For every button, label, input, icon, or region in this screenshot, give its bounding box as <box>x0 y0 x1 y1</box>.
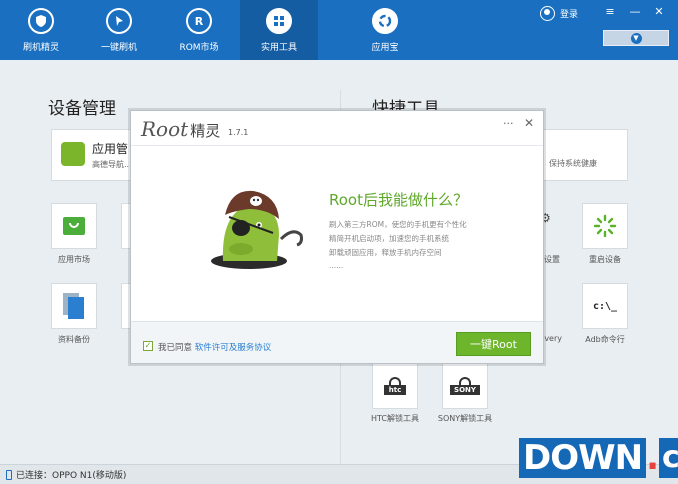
adb-tile[interactable]: c:\_ <box>582 283 628 329</box>
watermark-dot: . <box>646 438 660 478</box>
adb-icon: c:\_ <box>592 300 618 312</box>
login-label: 登录 <box>560 9 579 20</box>
app-manager-subtitle: 高德导航... <box>92 160 132 169</box>
modal-heading: Root后我能做什么？ <box>329 191 468 209</box>
htc-lock-icon: htc <box>384 377 406 395</box>
restart-icon <box>593 214 617 238</box>
system-health-subtitle: 保持系统健康 <box>549 159 597 168</box>
connection-status: 已连接：OPPO N1(移动版) <box>16 471 127 481</box>
nav-label: 实用工具 <box>260 43 297 53</box>
menu-icon[interactable]: ≡ <box>603 5 617 19</box>
root-genie-dialog: Root 精灵 1.7.1 ··· ✕ Root后我能做什么？ 刷入第三方ROM，… <box>130 110 544 364</box>
htc-glyph: htc <box>384 385 406 395</box>
agree-checkbox[interactable]: ✓ <box>143 341 153 351</box>
desc-line-1: 刷入第三方ROM，使您的手机更有个性化 <box>329 220 467 229</box>
nav-item-app-store[interactable]: 应用宝 <box>346 0 424 60</box>
one-click-root-button[interactable]: 一键Root <box>456 332 531 356</box>
htc-unlock-label: HTC解锁工具 <box>370 414 420 423</box>
agree-prefix: 我已同意 <box>158 343 193 353</box>
logo-cn: 精灵 <box>190 122 221 140</box>
login-button[interactable]: 登录 <box>540 5 578 21</box>
close-icon[interactable]: ✕ <box>652 5 666 19</box>
nav-item-tools[interactable]: 实用工具 <box>240 0 318 60</box>
restart-tile[interactable] <box>582 203 628 249</box>
app-manager-title: 应用管 <box>92 142 129 156</box>
nav-label: 应用宝 <box>371 43 399 53</box>
backup-label: 资料备份 <box>58 335 90 344</box>
puzzle-icon <box>61 142 85 166</box>
nav-label: 刷机精灵 <box>22 43 59 53</box>
watermark-brand: DOWN <box>519 438 647 478</box>
app-manager-card[interactable]: 应用管 高德导航... <box>51 129 133 181</box>
more-options-icon[interactable]: ··· <box>503 117 514 130</box>
adb-label: Adb命令行 <box>585 335 625 344</box>
cursor-icon <box>106 8 132 34</box>
top-nav-bar: 刷机精灵 一键刷机 R ROM市场 实用工具 应用宝 登录 ≡ — ✕ ▼ <box>0 0 678 60</box>
htc-unlock-tile[interactable]: htc <box>372 363 418 409</box>
user-icon <box>540 5 555 21</box>
app-market-icon <box>63 217 85 235</box>
sony-unlock-label: SONY解锁工具 <box>437 414 493 423</box>
version-label: 1.7.1 <box>228 128 249 137</box>
sony-glyph: SONY <box>450 385 480 395</box>
nav-label: ROM市场 <box>179 43 219 53</box>
device-management-title: 设备管理 <box>48 99 116 119</box>
backup-tile[interactable] <box>51 283 97 329</box>
app-market-tile[interactable] <box>51 203 97 249</box>
system-health-card[interactable]: 保持系统健康 <box>540 129 628 181</box>
desc-line-3: 卸载顽固应用，释放手机内存空间 <box>329 248 442 257</box>
dialog-close-icon[interactable]: ✕ <box>524 116 534 130</box>
logo-text: Root <box>141 117 189 141</box>
download-icon: ▼ <box>630 32 642 44</box>
nav-item-one-click-flash[interactable]: 一键刷机 <box>80 0 158 60</box>
watermark-tld: cc <box>659 438 678 478</box>
desc-line-2: 精简开机启动项，加速您的手机系统 <box>329 234 449 243</box>
grid-icon <box>266 8 292 34</box>
modal-footer: ✓ 我已同意 软件许可及服务协议 一键Root <box>131 321 543 363</box>
shield-icon <box>28 8 54 34</box>
sony-lock-icon: SONY <box>450 377 480 395</box>
nav-item-rom-market[interactable]: R ROM市场 <box>160 0 238 60</box>
phone-icon <box>6 469 12 480</box>
backup-icon <box>63 293 85 319</box>
sony-unlock-tile[interactable]: SONY <box>442 363 488 409</box>
header-separator <box>131 145 543 146</box>
restart-label: 重启设备 <box>589 255 621 264</box>
minimize-icon[interactable]: — <box>628 5 642 19</box>
site-watermark: DOWN . cc <box>519 438 678 478</box>
nav-item-flash-genie[interactable]: 刷机精灵 <box>2 0 80 60</box>
root-genie-logo: Root 精灵 <box>141 117 220 141</box>
desc-line-4: ...... <box>329 261 344 270</box>
pirate-android-mascot-icon <box>211 190 303 269</box>
agree-text: 我已同意 软件许可及服务协议 <box>158 341 271 353</box>
download-manager-button[interactable]: ▼ <box>603 30 669 46</box>
app-store-icon <box>372 8 398 34</box>
rom-icon: R <box>186 8 212 34</box>
nav-label: 一键刷机 <box>100 43 137 53</box>
license-link[interactable]: 软件许可及服务协议 <box>195 343 272 353</box>
